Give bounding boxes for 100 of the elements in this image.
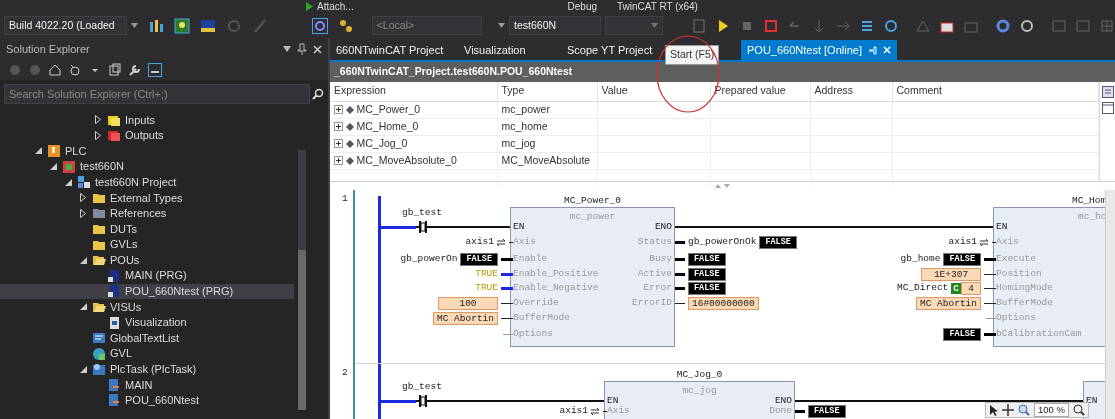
wire bbox=[501, 257, 513, 261]
pin-name: BufferMode bbox=[513, 312, 570, 324]
reference-arrow-icon bbox=[591, 407, 600, 415]
bars-icon[interactable] bbox=[147, 17, 164, 34]
picture-icon[interactable] bbox=[199, 17, 216, 34]
tree-item[interactable]: DUTs bbox=[0, 221, 294, 237]
column-header[interactable]: Address bbox=[810, 82, 892, 101]
tree-item[interactable]: Visualization bbox=[0, 314, 294, 331]
collapsed-arrow-icon[interactable] bbox=[80, 208, 86, 218]
tree-item[interactable]: GVL bbox=[0, 345, 294, 362]
tree-item[interactable]: Inputs bbox=[0, 112, 294, 128]
tree-item[interactable]: External Types bbox=[0, 189, 294, 206]
expanded-arrow-icon[interactable] bbox=[79, 365, 87, 373]
pin-name: Override bbox=[513, 297, 559, 309]
search-field[interactable]: Search Solution Explorer (Ctrl+;) bbox=[4, 84, 310, 104]
expanded-arrow-icon[interactable] bbox=[79, 303, 87, 311]
expanded-arrow-icon[interactable] bbox=[64, 178, 72, 186]
reference-arrow-icon bbox=[497, 238, 506, 246]
tree-item[interactable]: test660N Project bbox=[0, 174, 294, 190]
picture-icon[interactable] bbox=[173, 17, 190, 34]
expand-icon[interactable] bbox=[334, 139, 343, 148]
document-icon bbox=[107, 377, 121, 392]
target-dropdown[interactable]: <Local> bbox=[371, 16, 483, 35]
tree-item[interactable]: PlcTask (PlcTask) bbox=[0, 361, 294, 378]
value-box: MC Abortin bbox=[916, 296, 981, 310]
collapsed-arrow-icon[interactable] bbox=[95, 130, 101, 140]
tree-item[interactable]: GlobalTextList bbox=[0, 330, 294, 346]
pin-name: Status bbox=[637, 236, 672, 248]
build-dropdown[interactable]: Build 4022.20 (Loaded bbox=[4, 16, 127, 35]
tree-item[interactable]: Outputs bbox=[0, 127, 294, 144]
window-icon[interactable] bbox=[1101, 102, 1114, 114]
zoom-icon[interactable] bbox=[1072, 404, 1085, 416]
collapse-icon[interactable] bbox=[148, 63, 162, 77]
variable-name: gb_powerOnOk bbox=[688, 234, 757, 249]
column-header[interactable]: Expression bbox=[330, 82, 497, 101]
columns-icon[interactable] bbox=[1101, 86, 1114, 98]
tree-item[interactable]: test660N bbox=[0, 158, 294, 175]
wire bbox=[984, 332, 996, 336]
zoom-level-dropdown[interactable]: 100 % bbox=[1034, 403, 1069, 417]
expanded-arrow-icon[interactable] bbox=[79, 256, 87, 264]
constant-value: TRUE bbox=[475, 280, 498, 295]
tree-item[interactable]: POU_660Ntest (PRG) bbox=[0, 283, 294, 300]
tree-item[interactable]: POU_660Ntest bbox=[0, 392, 294, 409]
home-icon[interactable] bbox=[48, 63, 62, 77]
value-box: FALSE bbox=[943, 327, 981, 341]
tree-item[interactable]: POUs bbox=[0, 252, 294, 268]
scrollbar-thumb[interactable] bbox=[298, 250, 306, 410]
pin-name: EN bbox=[607, 395, 619, 406]
radio-icon[interactable] bbox=[311, 17, 328, 34]
pin-name: bCalibrationCam bbox=[996, 328, 1082, 340]
close-icon[interactable] bbox=[313, 44, 322, 54]
value-box: FALSE bbox=[688, 281, 726, 295]
expanded-arrow-icon[interactable] bbox=[34, 147, 42, 155]
configuration-dropdown[interactable]: Debug bbox=[467, 0, 597, 13]
tree-item[interactable]: MAIN (PRG) bbox=[0, 267, 294, 284]
collapsed-arrow-icon[interactable] bbox=[95, 115, 101, 125]
column-header[interactable]: Value bbox=[597, 82, 710, 101]
breadcrumb-path: _660NTwinCAT_Project.test660N.POU_660Ntest bbox=[330, 62, 1115, 82]
collapsed-arrow-icon[interactable] bbox=[80, 193, 86, 203]
tree-item[interactable]: References bbox=[0, 205, 294, 222]
tree-item[interactable]: GVLs bbox=[0, 236, 294, 253]
splitter-grip-icon[interactable] bbox=[713, 183, 732, 189]
caret-icon[interactable] bbox=[498, 23, 506, 28]
expand-icon[interactable] bbox=[334, 156, 343, 165]
column-header[interactable]: Prepared value bbox=[710, 82, 810, 101]
move-icon[interactable] bbox=[1002, 404, 1014, 416]
copy-icon[interactable] bbox=[108, 63, 122, 77]
dots-icon[interactable] bbox=[337, 17, 354, 34]
pointer-icon[interactable] bbox=[989, 404, 998, 416]
caret-icon[interactable] bbox=[130, 23, 138, 28]
dropdown-icon[interactable] bbox=[283, 46, 291, 52]
tree-item[interactable]: PLC bbox=[0, 143, 294, 159]
column-header[interactable]: Comment bbox=[892, 82, 1099, 101]
stop-icon[interactable] bbox=[763, 17, 779, 34]
attach-button[interactable]: Attach... bbox=[317, 0, 467, 13]
plc-project-dropdown[interactable]: test660N bbox=[509, 16, 602, 35]
platform-dropdown[interactable]: TwinCAT RT (x64) bbox=[617, 0, 698, 13]
wrench-icon[interactable] bbox=[128, 63, 142, 77]
editor-tab[interactable]: 660NTwinCAT Project bbox=[330, 40, 458, 60]
tree-item[interactable]: MAIN bbox=[0, 377, 294, 393]
block-instance-name: MC_Hom bbox=[1072, 194, 1105, 208]
contact-icon bbox=[416, 220, 430, 234]
search-icon[interactable] bbox=[312, 88, 324, 100]
wire bbox=[603, 410, 607, 412]
editor-tab[interactable]: Visualization bbox=[458, 40, 561, 60]
pin-name: Axis bbox=[607, 405, 630, 417]
expanded-arrow-icon[interactable] bbox=[49, 163, 57, 171]
expand-icon[interactable] bbox=[334, 105, 343, 114]
column-header[interactable]: Type bbox=[497, 82, 597, 101]
tree-item[interactable]: VISUs bbox=[0, 299, 294, 315]
wire bbox=[501, 302, 513, 304]
pin-name: ENO bbox=[654, 221, 672, 233]
pin-name: ErrorID bbox=[632, 297, 672, 309]
wire bbox=[795, 409, 805, 413]
pin-icon[interactable] bbox=[297, 43, 307, 55]
play-icon[interactable] bbox=[305, 2, 313, 11]
type-cell: mc_power bbox=[497, 101, 597, 118]
expression-cell-text: MC_Jog_0 bbox=[356, 135, 408, 151]
document-icon bbox=[107, 268, 121, 283]
expand-icon[interactable] bbox=[334, 122, 343, 131]
